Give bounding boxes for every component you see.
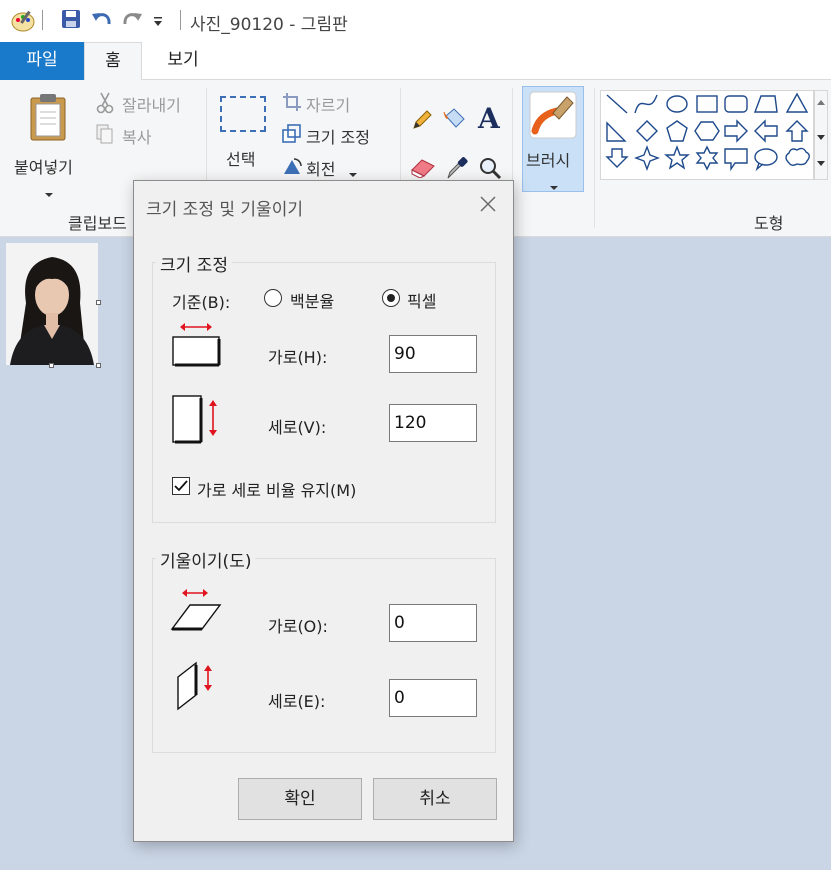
resize-horizontal-label: 가로(H):: [268, 348, 328, 367]
hexagon-shape-icon: [694, 121, 720, 141]
dialog-title: 크기 조정 및 기울이기: [146, 200, 303, 220]
resize-horizontal-icon: [172, 321, 222, 371]
skew-horizontal-input[interactable]: [389, 604, 477, 642]
resize-button[interactable]: 크기 조정: [306, 124, 370, 148]
resize-handle-corner[interactable]: [96, 363, 101, 368]
chevron-down-icon: [44, 184, 54, 202]
eraser-icon[interactable]: [410, 156, 436, 182]
save-icon[interactable]: [60, 8, 82, 34]
up-arrow-shape-icon: [785, 120, 809, 142]
selection-rectangle-icon: [220, 96, 266, 132]
crop-icon[interactable]: [282, 92, 302, 116]
cloud-callout-shape-icon: [785, 147, 810, 166]
keep-ratio-checkbox[interactable]: [172, 477, 190, 495]
five-point-star-shape-icon: [664, 145, 690, 170]
crop-button[interactable]: 자르기: [306, 92, 350, 116]
tab-view[interactable]: 보기: [150, 42, 216, 80]
resize-section-title: 크기 조정: [156, 251, 232, 276]
chevron-down-icon: [549, 177, 559, 195]
tab-file[interactable]: 파일: [0, 42, 84, 80]
cancel-button[interactable]: 취소: [373, 778, 497, 820]
resize-icon[interactable]: [282, 124, 302, 148]
rotate-icon[interactable]: [282, 156, 304, 180]
rectangle-shape-icon: [696, 95, 718, 113]
dialog-body: 크기 조정 기준(B): 백분율 픽셀 가로(H): 세로(V): 가로 세로 …: [134, 229, 513, 841]
four-point-star-shape-icon: [634, 145, 660, 171]
text-tool-icon[interactable]: A: [478, 102, 500, 135]
down-arrow-shape-icon: [605, 148, 629, 168]
divider: [42, 10, 43, 30]
ok-button[interactable]: 확인: [238, 778, 362, 820]
scroll-down-icon: [817, 135, 825, 140]
rounded-rectangle-shape-icon: [724, 95, 748, 113]
skew-vertical-icon: [172, 659, 222, 717]
six-point-star-shape-icon: [695, 145, 719, 171]
skew-section-title: 기울이기(도): [156, 547, 256, 572]
pencil-icon[interactable]: [410, 108, 434, 136]
shapes-gallery[interactable]: [600, 90, 814, 180]
oval-shape-icon: [666, 95, 688, 113]
resize-vertical-label: 세로(V):: [268, 418, 327, 437]
window-title: 사진_90120 - 그림판: [190, 15, 348, 35]
title-bar: 사진_90120 - 그림판: [0, 0, 831, 42]
right-arrow-shape-icon: [724, 119, 748, 143]
polygon-shape-icon: [753, 95, 778, 113]
shapes-scroll[interactable]: [814, 90, 828, 180]
resize-handle-right[interactable]: [96, 300, 101, 305]
ribbon-tabs: 파일 홈 보기: [0, 42, 831, 81]
curve-shape-icon: [634, 94, 658, 114]
rotate-button[interactable]: 회전: [306, 156, 335, 180]
paint-app-icon[interactable]: [10, 8, 36, 38]
percent-radio[interactable]: [264, 289, 282, 307]
resize-handle-bottom[interactable]: [49, 363, 54, 368]
brushes-label: 브러시: [526, 151, 571, 170]
resize-vertical-icon: [172, 394, 222, 450]
scroll-up-icon: [817, 100, 825, 105]
line-shape-icon: [606, 94, 628, 114]
clipboard-group-label: 클립보드: [68, 214, 127, 233]
tab-home[interactable]: 홈: [84, 42, 142, 81]
brush-icon: [529, 91, 577, 143]
close-icon[interactable]: [477, 193, 499, 215]
skew-horizontal-icon: [170, 587, 222, 637]
canvas-image[interactable]: [6, 243, 98, 365]
select-label: 선택: [226, 150, 256, 169]
percent-radio-label[interactable]: 백분율: [290, 288, 334, 312]
skew-vertical-label: 세로(E):: [268, 692, 326, 711]
undo-icon[interactable]: [90, 8, 114, 36]
right-triangle-shape-icon: [606, 121, 627, 142]
clipboard-icon: [28, 92, 70, 146]
copy-icon[interactable]: [96, 124, 114, 148]
paste-label: 붙여넣기: [14, 158, 73, 177]
shapes-group-label: 도형: [754, 214, 784, 233]
resize-vertical-input[interactable]: [389, 404, 477, 442]
triangle-shape-icon: [785, 92, 809, 113]
fill-bucket-icon[interactable]: [442, 106, 468, 136]
divider: [180, 10, 181, 30]
pixel-radio-label[interactable]: 픽셀: [407, 288, 436, 312]
diamond-shape-icon: [636, 120, 658, 142]
skew-vertical-input[interactable]: [389, 679, 477, 717]
brushes-button[interactable]: 브러시: [522, 86, 584, 192]
pixel-radio[interactable]: [382, 289, 400, 307]
expand-gallery-icon: [817, 161, 825, 166]
resize-by-label: 기준(B):: [172, 293, 231, 312]
customize-dropdown-icon[interactable]: [152, 14, 164, 32]
divider: [594, 88, 595, 228]
keep-ratio-label[interactable]: 가로 세로 비율 유지(M): [197, 477, 356, 501]
resize-horizontal-input[interactable]: [389, 335, 477, 373]
cut-button[interactable]: 잘라내기: [122, 92, 181, 116]
pentagon-shape-icon: [666, 120, 688, 142]
skew-horizontal-label: 가로(O):: [268, 617, 328, 636]
oval-callout-shape-icon: [754, 148, 778, 172]
resize-skew-dialog: 크기 조정 및 기울이기 크기 조정 기준(B): 백분율 픽셀 가로(H): …: [133, 180, 514, 842]
copy-button[interactable]: 복사: [122, 124, 151, 148]
cut-icon[interactable]: [96, 92, 114, 118]
redo-icon[interactable]: [120, 8, 144, 36]
paste-button[interactable]: 붙여넣기: [8, 88, 90, 198]
rounded-callout-shape-icon: [724, 148, 748, 172]
left-arrow-shape-icon: [754, 119, 778, 143]
